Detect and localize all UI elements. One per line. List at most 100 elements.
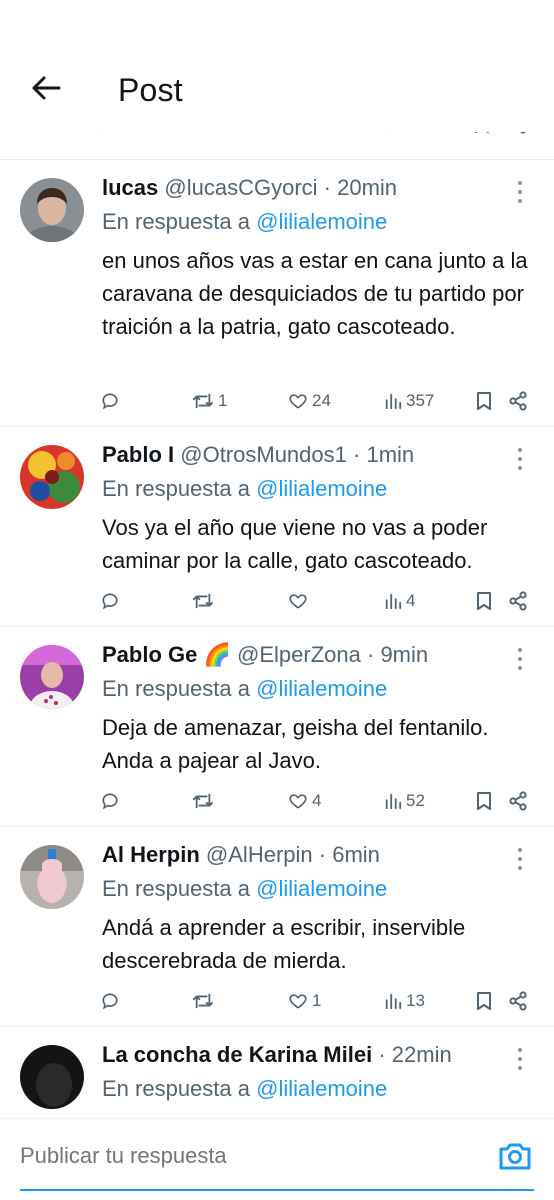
reply-button[interactable] bbox=[100, 791, 120, 811]
share-button[interactable] bbox=[508, 791, 528, 811]
user-handle[interactable]: @ElperZona bbox=[237, 642, 361, 667]
bookmark-icon bbox=[477, 792, 491, 810]
reply-tweet[interactable]: Al Herpin @AlHerpin · 6min En respuesta … bbox=[0, 827, 554, 1027]
retweet-button[interactable] bbox=[192, 991, 218, 1011]
reply-input[interactable] bbox=[20, 1143, 480, 1169]
view-count: 4 bbox=[406, 591, 416, 610]
mention-link[interactable]: @lilialemoine bbox=[256, 476, 387, 501]
share-button[interactable] bbox=[508, 591, 528, 611]
reply-tweet[interactable]: Pablo Ge 🌈 @ElperZona · 9min En respuest… bbox=[0, 627, 554, 827]
retweet-button[interactable] bbox=[192, 591, 218, 611]
tweet-header: La concha de Karina Milei · 22min bbox=[102, 1041, 504, 1069]
avatar[interactable] bbox=[20, 445, 84, 509]
tweet-actions: 1 13 bbox=[100, 987, 540, 1015]
mention-link[interactable]: @lilialemoine bbox=[256, 1076, 387, 1101]
tweet-text: en unos años vas a estar en cana junto a… bbox=[102, 248, 528, 339]
like-button[interactable]: 4 bbox=[288, 791, 321, 811]
tweet-actions: 1 24 357 bbox=[100, 387, 540, 415]
retweet-button[interactable]: 1 bbox=[192, 391, 227, 411]
retweet-icon bbox=[193, 793, 213, 809]
share-button[interactable] bbox=[508, 391, 528, 411]
more-options-button[interactable] bbox=[510, 178, 530, 206]
retweet-icon bbox=[193, 393, 213, 409]
bookmark-button[interactable] bbox=[476, 591, 492, 611]
reply-button[interactable] bbox=[100, 391, 120, 411]
display-name[interactable]: Pablo I bbox=[102, 442, 174, 467]
mention-link[interactable]: @lilialemoine bbox=[256, 676, 387, 701]
reply-icon bbox=[102, 993, 118, 1010]
display-name[interactable]: lucas bbox=[102, 175, 158, 200]
mention-link[interactable]: @lilialemoine bbox=[256, 209, 387, 234]
reply-prefix: En respuesta a bbox=[102, 676, 250, 701]
bookmark-button[interactable] bbox=[476, 791, 492, 811]
display-name[interactable]: La concha de Karina Milei bbox=[102, 1042, 372, 1067]
camera-button[interactable] bbox=[498, 1141, 532, 1176]
top-bar: Post bbox=[0, 0, 554, 132]
share-icon bbox=[509, 591, 527, 611]
more-options-button[interactable] bbox=[510, 845, 530, 873]
reply-prefix: En respuesta a bbox=[102, 476, 250, 501]
timestamp[interactable]: 6min bbox=[332, 842, 380, 867]
display-name[interactable]: Pablo Ge bbox=[102, 642, 197, 667]
user-handle[interactable]: @lucasCGyorci bbox=[164, 175, 317, 200]
timestamp[interactable]: 1min bbox=[366, 442, 414, 467]
avatar[interactable] bbox=[20, 645, 84, 709]
tweet-header: Pablo I @OtrosMundos1 · 1min bbox=[102, 441, 504, 469]
avatar-image bbox=[20, 845, 84, 909]
bookmark-icon bbox=[477, 392, 491, 410]
retweet-button[interactable] bbox=[192, 791, 218, 811]
avatar[interactable] bbox=[20, 1045, 84, 1109]
views-button[interactable]: 357 bbox=[384, 391, 434, 411]
share-icon bbox=[509, 391, 527, 411]
reply-tweet[interactable]: lucas @lucasCGyorci · 20min En respuesta… bbox=[0, 160, 554, 427]
share-icon bbox=[509, 991, 527, 1011]
camera-icon bbox=[499, 1143, 531, 1170]
display-name[interactable]: Al Herpin bbox=[102, 842, 200, 867]
dot-separator: · bbox=[378, 1042, 386, 1067]
dot-separator: · bbox=[318, 842, 327, 867]
dot-separator: · bbox=[366, 642, 375, 667]
like-button[interactable] bbox=[288, 591, 312, 611]
mention-link[interactable]: @lilialemoine bbox=[256, 876, 387, 901]
bookmark-button[interactable] bbox=[476, 991, 492, 1011]
user-handle[interactable]: @OtrosMundos1 bbox=[180, 442, 347, 467]
avatar-image bbox=[20, 178, 84, 242]
views-icon bbox=[385, 393, 402, 410]
retweet-count: 1 bbox=[218, 391, 228, 410]
retweet-icon bbox=[193, 993, 213, 1009]
like-button[interactable]: 24 bbox=[288, 391, 331, 411]
reply-button[interactable] bbox=[100, 991, 120, 1011]
reply-context: En respuesta a @lilialemoine bbox=[102, 208, 387, 236]
avatar[interactable] bbox=[20, 178, 84, 242]
reply-context: En respuesta a @lilialemoine bbox=[102, 1075, 387, 1103]
timestamp[interactable]: 20min bbox=[337, 175, 397, 200]
heart-icon bbox=[289, 794, 307, 809]
tweet-header: Pablo Ge 🌈 @ElperZona · 9min bbox=[102, 641, 504, 669]
avatar-image bbox=[20, 645, 84, 709]
views-icon bbox=[385, 993, 402, 1010]
reply-tweet[interactable]: Pablo I @OtrosMundos1 · 1min En respuest… bbox=[0, 427, 554, 627]
views-button[interactable]: 4 bbox=[384, 591, 415, 611]
bookmark-button[interactable] bbox=[476, 391, 492, 411]
share-button[interactable] bbox=[508, 991, 528, 1011]
timestamp[interactable]: 22min bbox=[392, 1042, 452, 1067]
reply-button[interactable] bbox=[100, 591, 120, 611]
more-options-button[interactable] bbox=[510, 1045, 530, 1073]
more-options-button[interactable] bbox=[510, 445, 530, 473]
user-handle[interactable]: @AlHerpin bbox=[206, 842, 313, 867]
like-button[interactable]: 1 bbox=[288, 991, 321, 1011]
view-count: 357 bbox=[406, 391, 435, 410]
tweet-header: Al Herpin @AlHerpin · 6min bbox=[102, 841, 504, 869]
views-button[interactable]: 13 bbox=[384, 991, 425, 1011]
view-count: 13 bbox=[406, 991, 425, 1010]
replies-feed: lucas @lucasCGyorci · 20min En respuesta… bbox=[0, 160, 554, 1157]
reply-context: En respuesta a @lilialemoine bbox=[102, 475, 387, 503]
back-button[interactable] bbox=[28, 70, 64, 106]
avatar[interactable] bbox=[20, 845, 84, 909]
share-icon bbox=[509, 791, 527, 811]
more-options-button[interactable] bbox=[510, 645, 530, 673]
timestamp[interactable]: 9min bbox=[380, 642, 428, 667]
views-icon bbox=[385, 793, 402, 810]
page-title: Post bbox=[118, 72, 183, 108]
views-button[interactable]: 52 bbox=[384, 791, 425, 811]
